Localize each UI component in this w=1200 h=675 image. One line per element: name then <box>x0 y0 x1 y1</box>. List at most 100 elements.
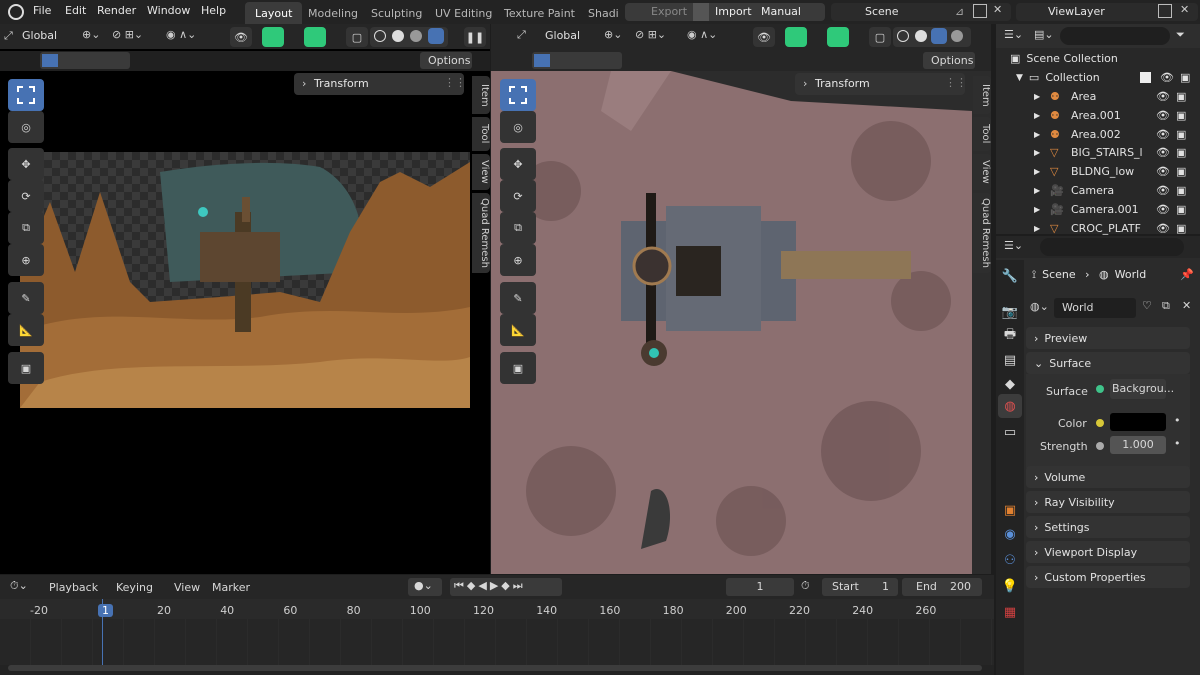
scene-selector[interactable]: Scene ⊿ ✕ <box>831 3 1011 21</box>
expand-arrow-icon[interactable]: ▶ <box>1034 148 1040 157</box>
snap-icon[interactable]: ⊘ ⊞⌄ <box>112 28 143 41</box>
expand-arrow-icon[interactable]: ▶ <box>1034 186 1040 195</box>
render-visibility-icon[interactable]: ▣ <box>1176 90 1186 103</box>
timeline-ruler[interactable] <box>0 599 994 619</box>
tab-texture-paint[interactable]: Texture Paint <box>494 2 585 24</box>
viewport-left[interactable]: ⤢ Global ⊕⌄ ⊘ ⊞⌄ ◉ ∧⌄ 👁 ▢ ❚❚ Options ◎ ✥… <box>0 24 490 574</box>
editor-type-icon[interactable]: ⏱⌄ <box>10 579 28 593</box>
pause-render-icon[interactable]: ❚❚ <box>464 27 486 47</box>
view-menu[interactable]: View <box>174 581 200 594</box>
tab-item[interactable]: Item <box>973 76 991 114</box>
outliner-search-input[interactable] <box>1060 27 1170 45</box>
outliner-item[interactable]: ▶ ⚉ Area 👁 ▣ <box>1032 87 1196 106</box>
tab-uv-editing[interactable]: UV Editing <box>425 2 502 24</box>
scale-tool[interactable]: ⧉ <box>500 212 536 244</box>
transform-panel-header[interactable]: › Transform ⋮⋮ <box>795 73 967 95</box>
view-layer-tab-icon[interactable]: ▤ <box>998 348 1022 372</box>
add-cube-tool[interactable]: ▣ <box>8 352 44 384</box>
outliner-item[interactable]: ▶ ⚉ Area.001 👁 ▣ <box>1032 106 1196 125</box>
list-item[interactable]: ▣ Scene Collection <box>1010 49 1118 68</box>
tab-item[interactable]: Item <box>472 76 490 114</box>
render-visibility-icon[interactable]: ▣ <box>1176 203 1186 216</box>
tool-tab-icon[interactable]: 🔧 <box>998 264 1022 288</box>
cursor-tool[interactable]: ◎ <box>500 111 536 143</box>
world-tab-icon[interactable]: ◍ <box>998 394 1022 418</box>
display-mode-icon[interactable]: ▤⌄ <box>1034 28 1054 41</box>
texture-tab-icon[interactable]: ▦ <box>998 600 1022 624</box>
color-swatch[interactable] <box>1110 413 1166 431</box>
keyframe-dot-icon[interactable]: • <box>1174 414 1181 427</box>
rendered-shading-icon[interactable] <box>428 28 444 44</box>
expand-arrow-icon[interactable]: ▶ <box>1034 205 1040 214</box>
list-item[interactable]: ▼ ▭ Collection 👁 ▣ <box>1016 68 1200 87</box>
eye-icon[interactable]: 👁 <box>1156 128 1170 141</box>
menu-file[interactable]: File <box>33 4 51 17</box>
pin-icon[interactable]: ⊿ <box>955 5 964 18</box>
keying-menu[interactable]: Keying <box>116 581 153 594</box>
outliner-item[interactable]: ▶ 🎥 Camera 👁 ▣ <box>1032 181 1196 200</box>
unlink-icon[interactable]: ✕ <box>1182 299 1191 312</box>
transform-panel-header[interactable]: › Transform ⋮⋮ <box>294 73 466 95</box>
duplicate-icon[interactable]: ⧉ <box>1162 299 1170 313</box>
pin-icon[interactable]: 📌 <box>1180 268 1194 281</box>
scale-tool[interactable]: ⧉ <box>8 212 44 244</box>
overlay-icon[interactable] <box>304 27 326 47</box>
fake-user-icon[interactable]: ♡ <box>1142 299 1152 312</box>
eye-icon[interactable]: 👁 <box>1156 146 1170 159</box>
viewport-right[interactable]: ⤢ Global ⊕⌄ ⊘ ⊞⌄ ◉ ∧⌄ 👁 ▢ Options ◎ ✥ ⟳ … <box>491 24 991 574</box>
add-cube-tool[interactable]: ▣ <box>500 352 536 384</box>
tab-tool[interactable]: Tool <box>973 117 991 151</box>
menu-render[interactable]: Render <box>97 4 136 17</box>
gizmo-icon[interactable] <box>262 27 284 47</box>
render-visibility-icon[interactable]: ▣ <box>1176 222 1186 235</box>
world-selector[interactable]: ◍⌄ World ♡ ⧉ ✕ <box>1028 298 1196 318</box>
surface-panel[interactable]: ⌄ Surface <box>1026 352 1190 374</box>
pivot-icon[interactable]: ⊕⌄ <box>604 28 622 41</box>
selection-mode-buttons[interactable] <box>40 52 130 69</box>
move-tool[interactable]: ✥ <box>8 148 44 180</box>
record-icon[interactable]: ●⌄ <box>408 578 442 596</box>
checkbox-icon[interactable] <box>1140 72 1151 83</box>
outliner-item[interactable]: ▶ ⚉ Area.002 👁 ▣ <box>1032 125 1196 144</box>
editor-type-icon[interactable]: ☰⌄ <box>1004 239 1023 252</box>
measure-tool[interactable]: 📐 <box>500 314 536 346</box>
export-button[interactable]: Export <box>651 5 687 18</box>
expand-arrow-icon[interactable]: ▶ <box>1034 92 1040 101</box>
menu-help[interactable]: Help <box>201 4 226 17</box>
expand-arrow-icon[interactable]: ▼ <box>1016 73 1023 83</box>
expand-arrow-icon[interactable]: ▶ <box>1034 167 1040 176</box>
tab-view[interactable]: View <box>973 154 991 190</box>
expand-arrow-icon[interactable]: ▶ <box>1034 224 1040 233</box>
cursor-tool[interactable]: ◎ <box>8 111 44 143</box>
transform-orientation[interactable]: Global <box>22 29 57 42</box>
marker-menu[interactable]: Marker <box>212 581 250 594</box>
pivot-icon[interactable]: ⊕⌄ <box>82 28 100 41</box>
outliner-item[interactable]: ▶ ▽ BIG_STAIRS_l 👁 ▣ <box>1032 143 1196 162</box>
material-shading-icon[interactable] <box>410 30 422 42</box>
outliner-item[interactable]: ▶ ▽ CROC_PLATF 👁 ▣ <box>1032 219 1196 238</box>
proportional-icon[interactable]: ◉ ∧⌄ <box>687 28 717 41</box>
move-tool[interactable]: ✥ <box>500 148 536 180</box>
tab-tool[interactable]: Tool <box>472 117 490 151</box>
expand-arrow-icon[interactable]: ▶ <box>1034 111 1040 120</box>
select-new-icon[interactable] <box>534 54 550 67</box>
visibility-icon[interactable]: 👁 <box>230 27 252 47</box>
close-icon[interactable]: ✕ <box>1180 3 1189 16</box>
eye-icon[interactable]: 👁 <box>1156 184 1170 197</box>
xray-icon[interactable]: ▢ <box>346 27 368 47</box>
volume-panel[interactable]: › Volume <box>1026 466 1190 488</box>
rendered-shading-icon[interactable] <box>951 30 963 42</box>
eye-icon[interactable]: 👁 <box>1156 222 1170 235</box>
options-dropdown[interactable]: Options <box>923 52 975 69</box>
render-visibility-icon[interactable]: ▣ <box>1176 109 1186 122</box>
physics-tab-icon[interactable]: ◉ <box>998 522 1022 546</box>
transform-tool[interactable]: ⊕ <box>8 244 44 276</box>
outliner-item[interactable]: ▶ 🎥 Camera.001 👁 ▣ <box>1032 200 1196 219</box>
viewport-display-panel[interactable]: › Viewport Display <box>1026 541 1190 563</box>
editor-type-icon[interactable]: ☰⌄ <box>1004 28 1023 41</box>
camera-icon[interactable]: ▣ <box>1180 71 1190 84</box>
scene-tab-icon[interactable]: ◆ <box>998 372 1022 396</box>
transform-tool[interactable]: ⊕ <box>500 244 536 276</box>
custom-properties-panel[interactable]: › Custom Properties <box>1026 566 1190 588</box>
eye-icon[interactable]: 👁 <box>1156 165 1170 178</box>
